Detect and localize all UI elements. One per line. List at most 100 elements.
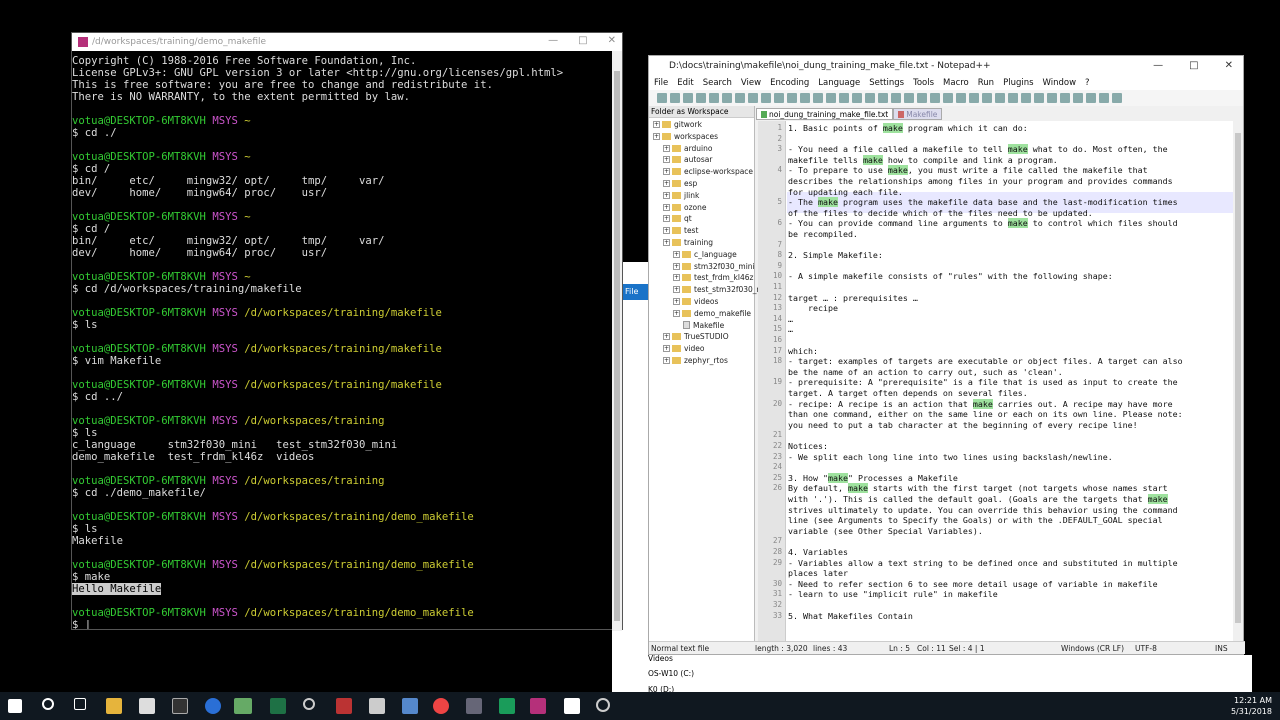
terminal-window[interactable]: /d/workspaces/training/demo_makefile — □… xyxy=(71,32,623,631)
toolbar-button-icon[interactable] xyxy=(1086,93,1096,103)
document-icon[interactable] xyxy=(369,698,385,714)
maximize-icon[interactable]: □ xyxy=(1189,60,1198,71)
tree-item[interactable]: + autosar xyxy=(663,155,712,164)
menu-item[interactable]: Run xyxy=(978,78,994,88)
tree-item[interactable]: + jlink xyxy=(663,191,699,200)
toolbar-button-icon[interactable] xyxy=(657,93,667,103)
notepadpp-taskbar-icon[interactable] xyxy=(234,698,252,714)
toolbar-button-icon[interactable] xyxy=(917,93,927,103)
expand-icon[interactable]: + xyxy=(663,180,670,187)
toolbar-button-icon[interactable] xyxy=(709,93,719,103)
tree-item[interactable]: + video xyxy=(663,344,705,353)
terminal-green-icon[interactable] xyxy=(499,698,515,714)
expand-icon[interactable]: + xyxy=(663,333,670,341)
tree-item[interactable]: + test xyxy=(663,226,698,235)
tree-item[interactable]: + zephyr_rtos xyxy=(663,356,728,365)
toolbar-button-icon[interactable] xyxy=(1060,93,1070,103)
menu-item[interactable]: Settings xyxy=(869,78,904,88)
expand-icon[interactable]: + xyxy=(673,274,680,282)
menu-item[interactable]: File xyxy=(654,78,668,88)
tree-item[interactable]: + training xyxy=(663,238,713,247)
explorer-item[interactable]: OS-W10 (C:) xyxy=(648,669,694,678)
toolbar-button-icon[interactable] xyxy=(696,93,706,103)
expand-icon[interactable]: + xyxy=(673,262,680,270)
tree-item[interactable]: + workspaces xyxy=(653,132,718,141)
excel-icon[interactable] xyxy=(270,698,286,714)
toolbar-button-icon[interactable] xyxy=(852,93,862,103)
system-clock[interactable]: 12:21 AM 5/31/2018 xyxy=(1231,695,1272,717)
terminal-titlebar[interactable]: /d/workspaces/training/demo_makefile — □… xyxy=(72,33,622,51)
network-icon[interactable] xyxy=(402,698,418,714)
tree-item[interactable]: + demo_makefile xyxy=(673,309,751,318)
menu-item[interactable]: Edit xyxy=(677,78,693,88)
toolbar-button-icon[interactable] xyxy=(839,93,849,103)
terminal-output[interactable]: Copyright (C) 1988-2016 Free Software Fo… xyxy=(72,55,612,629)
search-icon[interactable] xyxy=(42,698,54,710)
mintty-taskbar-icon[interactable] xyxy=(530,698,546,714)
magnifier-icon[interactable] xyxy=(303,698,315,710)
tree-item[interactable]: + qt xyxy=(663,214,692,223)
tree-item[interactable]: + videos xyxy=(673,297,718,306)
toolbar-button-icon[interactable] xyxy=(800,93,810,103)
tree-item[interactable]: + arduino xyxy=(663,144,713,153)
expand-icon[interactable]: + xyxy=(663,239,670,246)
expand-icon[interactable]: + xyxy=(673,298,680,305)
expand-icon[interactable]: + xyxy=(663,357,670,364)
expand-icon[interactable]: + xyxy=(673,250,680,258)
tree-item[interactable]: + test_frdm_kl46z xyxy=(673,273,753,282)
maximize-icon[interactable]: □ xyxy=(578,35,587,46)
toolbar-button-icon[interactable] xyxy=(1099,93,1109,103)
menu-item[interactable]: Macro xyxy=(943,78,969,88)
start-windows-icon[interactable] xyxy=(8,699,22,713)
close-icon[interactable]: ✕ xyxy=(1225,60,1233,71)
toolbar-button-icon[interactable] xyxy=(670,93,680,103)
expand-icon[interactable]: + xyxy=(653,132,660,140)
toolbar-button-icon[interactable] xyxy=(1073,93,1083,103)
toolbar-button-icon[interactable] xyxy=(995,93,1005,103)
toolbar-button-icon[interactable] xyxy=(943,93,953,103)
toolbar-button-icon[interactable] xyxy=(904,93,914,103)
tree-item[interactable]: + ozone xyxy=(663,203,706,212)
screenshot-icon[interactable] xyxy=(466,698,482,714)
minimize-icon[interactable]: — xyxy=(1153,60,1163,71)
app-icon[interactable] xyxy=(336,698,352,714)
toolbar-button-icon[interactable] xyxy=(982,93,992,103)
toolbar-button-icon[interactable] xyxy=(878,93,888,103)
minimize-icon[interactable]: — xyxy=(548,35,558,46)
expand-icon[interactable]: + xyxy=(663,144,670,152)
toolbar-button-icon[interactable] xyxy=(891,93,901,103)
notepadpp-window[interactable]: D:\docs\training\makefile\noi_dung_train… xyxy=(648,55,1245,655)
expand-icon[interactable]: + xyxy=(663,203,670,211)
expand-icon[interactable]: + xyxy=(663,156,670,164)
recorder-icon[interactable] xyxy=(596,698,610,712)
toolbar-button-icon[interactable] xyxy=(969,93,979,103)
toolbar-button-icon[interactable] xyxy=(787,93,797,103)
menu-item[interactable]: Encoding xyxy=(770,78,809,88)
expand-icon[interactable]: + xyxy=(663,227,670,235)
store-icon[interactable] xyxy=(139,698,155,714)
editor[interactable]: 1 2 3 4 5 6 7 8 9 10 11 12 13 14 15 16 17 18 19 20 21 22 23 24 2… xyxy=(758,121,1243,641)
toolbar-button-icon[interactable] xyxy=(761,93,771,103)
tree-item[interactable]: + stm32f030_mini xyxy=(673,262,755,271)
expand-icon[interactable]: + xyxy=(673,309,680,317)
toolbar-button-icon[interactable] xyxy=(1021,93,1031,103)
tree-item[interactable]: + c_language xyxy=(673,250,737,259)
expand-icon[interactable]: + xyxy=(663,191,670,199)
menu-item[interactable]: Search xyxy=(703,78,732,88)
toolbar-button-icon[interactable] xyxy=(826,93,836,103)
tree-item[interactable]: + eclipse-workspace xyxy=(663,167,753,176)
terminal-scrollbar[interactable] xyxy=(612,51,622,631)
toolbar-button-icon[interactable] xyxy=(683,93,693,103)
task-view-icon[interactable] xyxy=(74,698,86,710)
menu-item[interactable]: Tools xyxy=(913,78,934,88)
toolbar-button-icon[interactable] xyxy=(1034,93,1044,103)
folder-workspace-panel[interactable]: Folder as Workspace + gitwork + workspaces +… xyxy=(649,106,773,646)
toolbar-button-icon[interactable] xyxy=(1047,93,1057,103)
menu-item[interactable]: Plugins xyxy=(1003,78,1033,88)
expand-icon[interactable]: + xyxy=(663,215,670,223)
toolbar-button-icon[interactable] xyxy=(722,93,732,103)
notes-icon[interactable] xyxy=(564,698,580,714)
toolbar-button-icon[interactable] xyxy=(930,93,940,103)
explorer-item[interactable]: Videos xyxy=(648,654,673,663)
toolbar-button-icon[interactable] xyxy=(1008,93,1018,103)
